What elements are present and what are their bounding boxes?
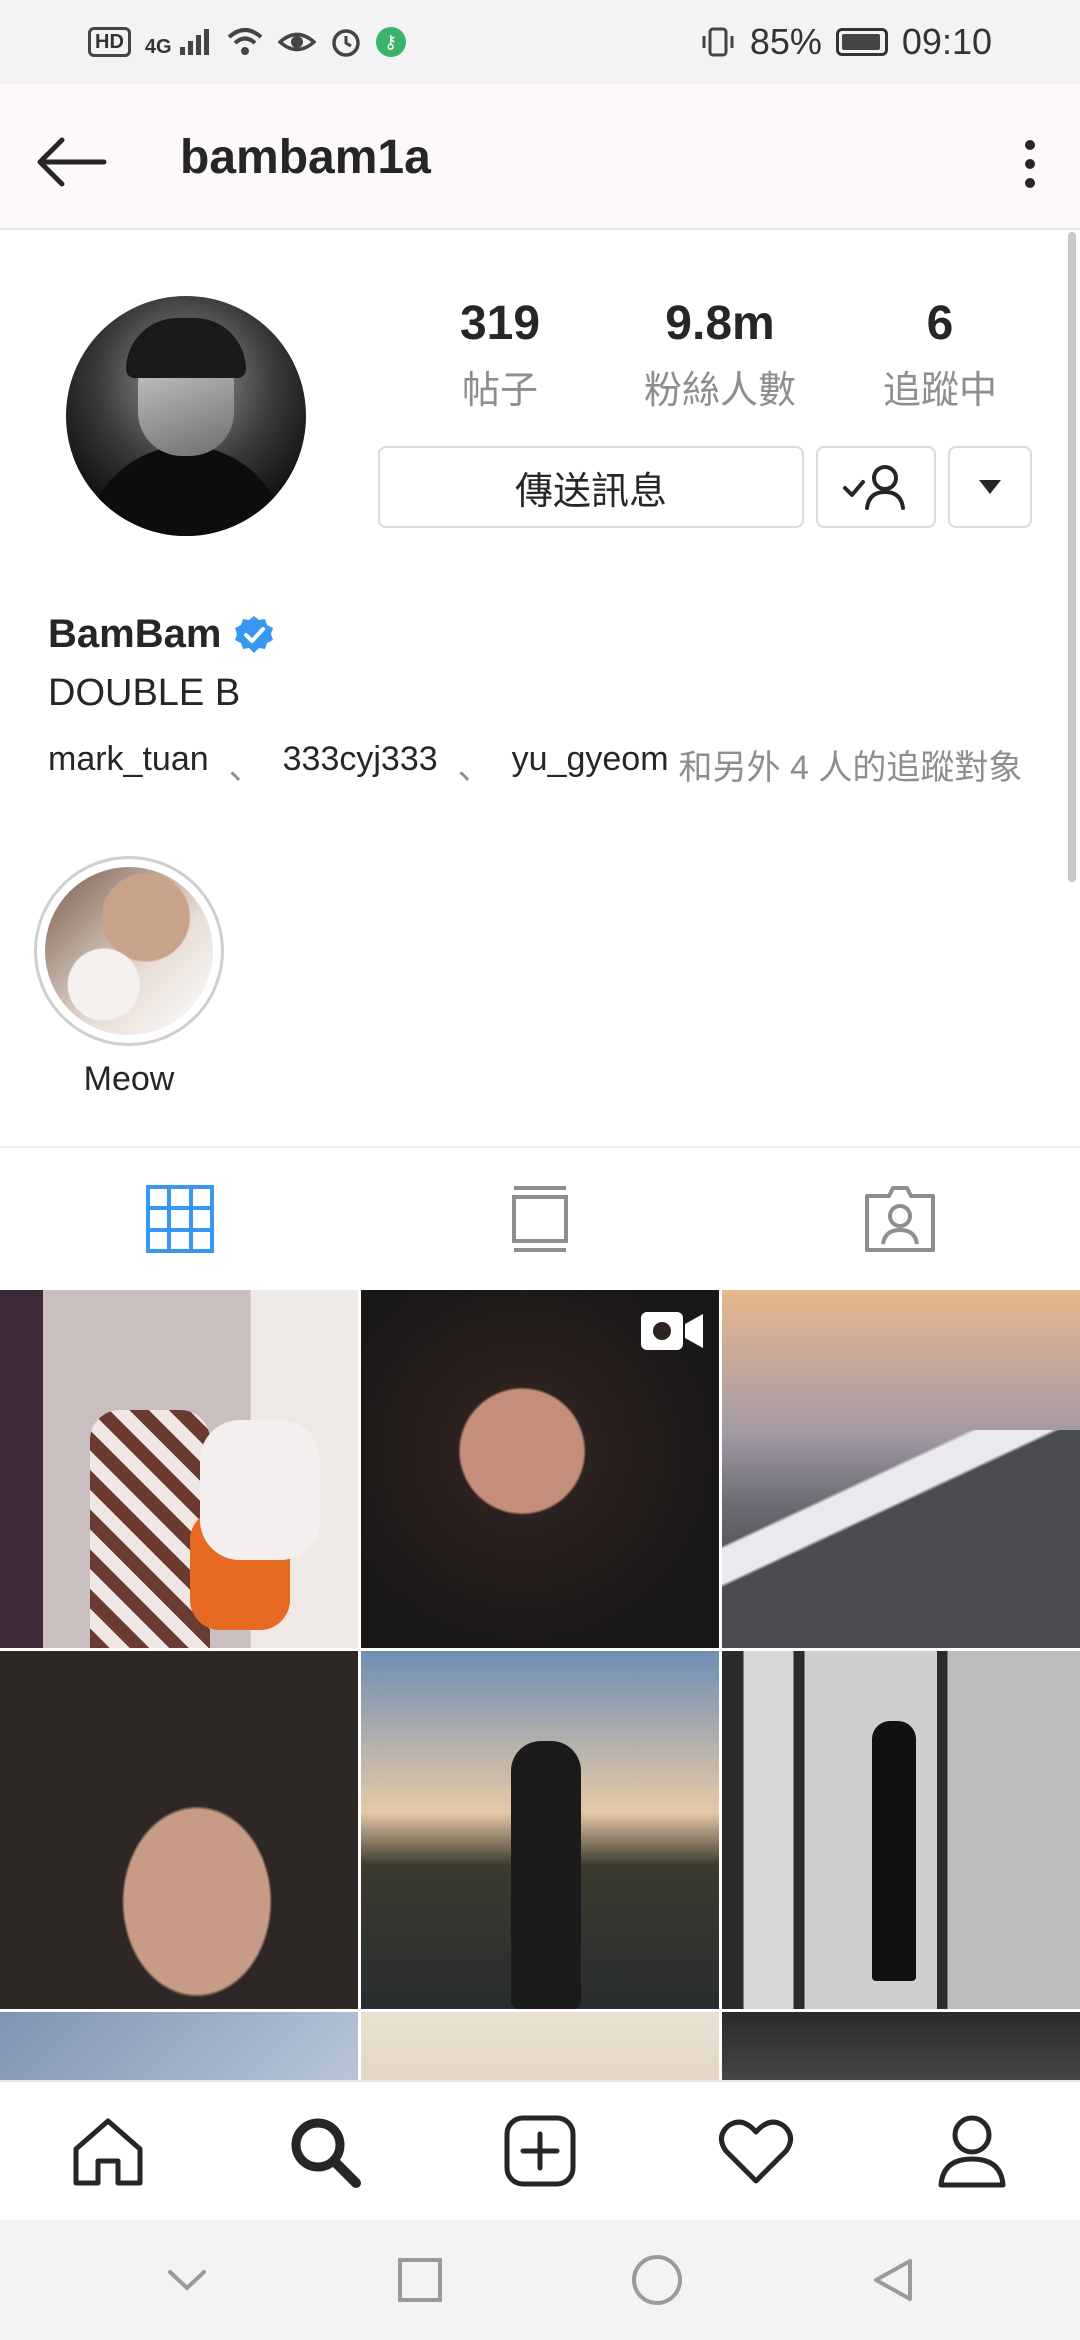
hd-icon: HD [88, 27, 131, 57]
followed-by-rest: 和另外 4 人的追蹤對象 [678, 749, 1023, 787]
followed-by[interactable]: mark_tuan 、 333cyj333 、 yu_gyeom 和另外 4 人… [48, 740, 1022, 789]
more-dot-icon [1025, 159, 1035, 169]
feed-icon [512, 1186, 568, 1252]
system-navigation-bar [0, 2220, 1080, 2340]
caret-down-icon [979, 480, 1001, 494]
nav-home[interactable] [0, 2082, 216, 2220]
story-highlight[interactable]: Meow [34, 856, 224, 1099]
verified-badge-icon [235, 615, 274, 653]
avatar[interactable] [66, 296, 306, 536]
vibrate-icon [702, 27, 734, 57]
followed-by-user[interactable]: 333cyj333 [283, 740, 438, 789]
profile-icon [938, 2115, 1006, 2188]
stat-followers[interactable]: 9.8m 粉絲人數 [620, 296, 820, 414]
more-options-button[interactable] [1000, 124, 1060, 204]
clock: 09:10 [901, 21, 992, 62]
post-thumbnail[interactable] [0, 1290, 358, 1648]
stat-value: 319 [459, 297, 541, 350]
profile-name-row: BamBam [48, 612, 275, 657]
eye-icon [277, 32, 316, 52]
profile-tabs [0, 1146, 1080, 1290]
followed-by-user[interactable]: yu_gyeom [512, 740, 669, 789]
wifi-icon [227, 28, 262, 55]
highlight-cover [45, 867, 213, 1035]
tab-feed[interactable] [360, 1148, 720, 1290]
battery-percent: 85% [749, 21, 822, 62]
bottom-navigation [0, 2080, 1080, 2220]
stat-label: 追蹤中 [882, 370, 997, 412]
post-thumbnail[interactable] [361, 1651, 719, 2009]
tab-grid[interactable] [0, 1148, 360, 1290]
post-thumbnail[interactable] [722, 1290, 1080, 1648]
profile-header: bambam1a [0, 84, 1080, 230]
following-button[interactable] [816, 446, 936, 528]
back-arrow-icon [37, 137, 107, 187]
home-circle-icon[interactable] [629, 2252, 685, 2308]
header-username: bambam1a [180, 131, 431, 184]
post-thumbnail[interactable] [722, 1651, 1080, 2009]
nav-new-post[interactable] [432, 2082, 648, 2220]
chevron-down-icon[interactable] [162, 2260, 212, 2300]
stat-posts[interactable]: 319 帖子 [400, 296, 600, 414]
add-post-icon [504, 2115, 576, 2187]
video-icon [641, 1312, 703, 1350]
nav-activity[interactable] [648, 2082, 864, 2220]
followed-by-separator: 、 [457, 749, 492, 787]
nav-profile[interactable] [864, 2082, 1080, 2220]
avatar-body [86, 446, 286, 536]
followed-by-separator: 、 [228, 749, 263, 787]
scrollbar[interactable] [1068, 232, 1076, 882]
stat-following[interactable]: 6 追蹤中 [840, 296, 1040, 414]
battery-icon [835, 28, 888, 56]
vpn-key-icon: ⚷ [375, 27, 406, 57]
profile-bio: DOUBLE B [48, 672, 241, 714]
stat-label: 粉絲人數 [643, 370, 796, 412]
signal-icon [179, 29, 209, 55]
alarm-icon [331, 29, 360, 57]
status-bar: HD 4G ⚷ 85% 09:10 [0, 0, 1080, 84]
send-message-button[interactable]: 傳送訊息 [378, 446, 804, 528]
more-dot-icon [1025, 140, 1035, 150]
heart-icon [719, 2119, 793, 2184]
stat-value: 6 [926, 297, 954, 350]
highlight-label: Meow [83, 1060, 175, 1098]
back-triangle-icon[interactable] [868, 2255, 918, 2305]
profile-name: BamBam [48, 612, 222, 656]
tab-tagged[interactable] [720, 1148, 1080, 1290]
status-left: HD 4G ⚷ [88, 26, 406, 59]
network-label: 4G [144, 35, 172, 58]
more-dot-icon [1025, 178, 1035, 188]
suggestions-dropdown-button[interactable] [948, 446, 1032, 528]
tagged-icon [865, 1186, 935, 1252]
stat-value: 9.8m [665, 297, 775, 350]
post-thumbnail[interactable] [361, 1290, 719, 1648]
followed-by-user[interactable]: mark_tuan [48, 740, 209, 789]
status-right: 85% 09:10 [700, 21, 992, 63]
grid-icon [146, 1185, 214, 1253]
home-icon [73, 2118, 143, 2186]
post-thumbnail[interactable] [0, 1651, 358, 2009]
stat-label: 帖子 [461, 370, 538, 412]
profile-stats: 319 帖子 9.8m 粉絲人數 6 追蹤中 [400, 296, 1040, 414]
back-button[interactable] [32, 122, 112, 202]
avatar-hair [126, 318, 246, 378]
nav-search[interactable] [216, 2082, 432, 2220]
recents-icon[interactable] [395, 2255, 445, 2305]
person-check-icon [843, 465, 905, 510]
highlight-ring [34, 856, 224, 1046]
search-icon [291, 2118, 361, 2188]
